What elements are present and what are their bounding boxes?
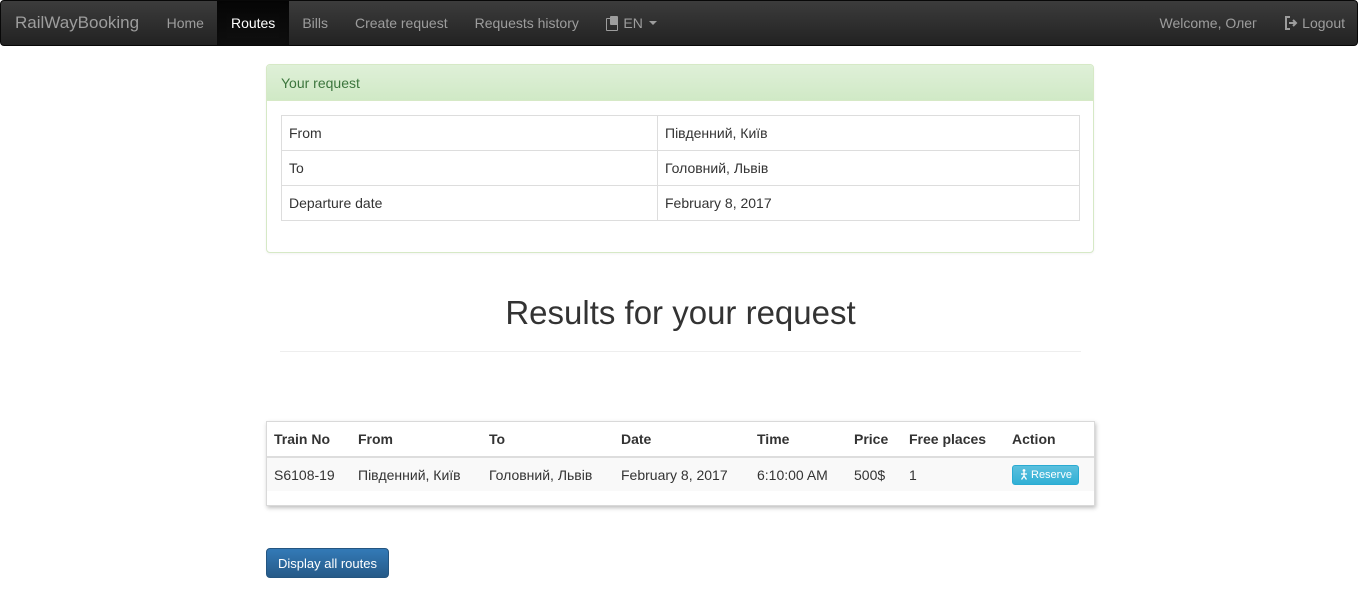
column-header: To [482, 422, 614, 458]
results-table: Train No From To Date Time Price Free pl… [267, 422, 1094, 491]
main-nav: Home Routes Bills Create request Request… [153, 1, 670, 45]
request-value: Південний, Київ [657, 115, 1080, 151]
table-row: S6108-19 Південний, Київ Головний, Львів… [267, 457, 1094, 491]
cell-free-places: 1 [902, 457, 1005, 491]
results-title: Results for your request [505, 294, 856, 331]
column-header: Date [614, 422, 750, 458]
display-all-routes-button[interactable]: Display all routes [266, 548, 389, 578]
top-navbar: RailWayBooking Home Routes Bills Create … [0, 0, 1358, 46]
request-value: Головний, Львів [657, 150, 1080, 186]
divider [280, 351, 1081, 352]
request-row-to: To Головний, Львів [281, 150, 1080, 186]
cell-date: February 8, 2017 [614, 457, 750, 491]
reserve-button[interactable]: Reserve [1012, 464, 1079, 485]
logout-label: Logout [1302, 15, 1345, 31]
cell-time: 6:10:00 AM [750, 457, 847, 491]
language-icon [605, 16, 619, 31]
request-panel-heading: Your request [267, 65, 1093, 101]
caret-down-icon [648, 21, 657, 25]
request-value: February 8, 2017 [657, 185, 1080, 221]
logout-icon [1285, 16, 1298, 30]
results-table-container: Train No From To Date Time Price Free pl… [266, 421, 1095, 506]
cell-from: Південний, Київ [351, 457, 482, 491]
request-label: From [281, 115, 658, 151]
column-header: Action [1005, 422, 1094, 458]
column-header: Time [750, 422, 847, 458]
request-label: To [281, 150, 658, 186]
request-label: Departure date [281, 185, 658, 221]
request-details-table: From Південний, Київ To Головний, Львів … [281, 115, 1080, 221]
language-label: EN [623, 15, 643, 31]
nav-requests-history[interactable]: Requests history [461, 1, 592, 45]
cell-train-no: S6108-19 [267, 457, 351, 491]
reserve-label: Reserve [1031, 468, 1072, 481]
request-row-date: Departure date February 8, 2017 [281, 185, 1080, 221]
nav-right: Welcome, Олег Logout [1147, 1, 1358, 45]
welcome-text: Welcome, Олег [1159, 15, 1258, 31]
nav-routes[interactable]: Routes [217, 1, 289, 45]
results-header-row: Train No From To Date Time Price Free pl… [267, 422, 1094, 458]
person-icon [1020, 469, 1028, 480]
logout-link[interactable]: Logout [1270, 1, 1357, 45]
column-header: Train No [267, 422, 351, 458]
brand-link[interactable]: RailWayBooking [1, 1, 153, 45]
nav-home[interactable]: Home [153, 1, 217, 45]
nav-create-request[interactable]: Create request [341, 1, 461, 45]
request-row-from: From Південний, Київ [281, 115, 1080, 151]
cell-to: Головний, Львів [482, 457, 614, 491]
column-header: Free places [902, 422, 1005, 458]
language-dropdown[interactable]: EN [592, 1, 669, 45]
nav-bills[interactable]: Bills [289, 1, 342, 45]
cell-price: 500$ [847, 457, 902, 491]
request-panel: Your request From Південний, Київ To Гол… [266, 64, 1094, 253]
cell-action: Reserve [1005, 457, 1094, 491]
column-header: From [351, 422, 482, 458]
column-header: Price [847, 422, 902, 458]
